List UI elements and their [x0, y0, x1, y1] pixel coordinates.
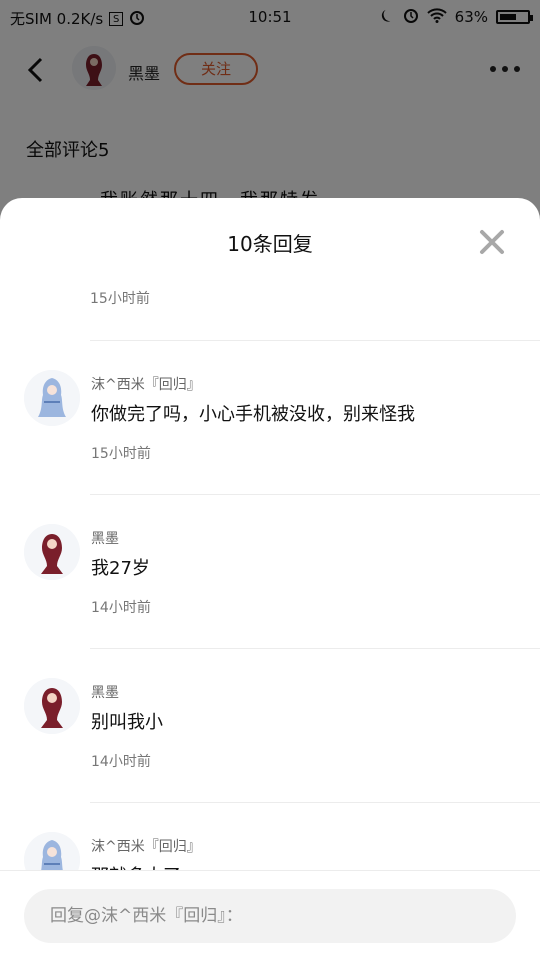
reply-author[interactable]: 黑墨: [91, 682, 119, 702]
reply-footer: [0, 870, 540, 960]
reply-input[interactable]: [24, 889, 516, 943]
divider: [90, 494, 540, 495]
reply-time: 14小时前: [91, 600, 151, 616]
divider: [90, 648, 540, 649]
reply-item[interactable]: 黑墨 我27岁 14小时前: [0, 494, 540, 648]
reply-time: 15小时前: [91, 446, 151, 462]
replies-list[interactable]: 15小时前 沫^西米『回归』 你做完了吗，小心手机被没收，别来怪我 15小时前 …: [0, 268, 540, 870]
sheet-title: 10条回复: [227, 232, 313, 256]
replies-sheet: 10条回复 15小时前 沫^西米『回归』 你做完了吗，小心手机被没收，别来怪我 …: [0, 198, 540, 960]
divider: [90, 340, 540, 341]
anime-avatar-blue-icon: [24, 370, 80, 426]
close-icon: [480, 230, 504, 254]
anime-avatar-red-icon: [24, 524, 80, 580]
avatar[interactable]: [24, 832, 80, 870]
avatar[interactable]: [24, 678, 80, 734]
anime-avatar-blue-icon: [24, 832, 80, 870]
avatar[interactable]: [24, 370, 80, 426]
reply-item[interactable]: 沫^西米『回归』 你做完了吗，小心手机被没收，别来怪我 15小时前: [0, 340, 540, 494]
reply-author[interactable]: 沫^西米『回归』: [91, 374, 201, 394]
reply-text: 我27岁: [91, 558, 150, 579]
reply-time: 14小时前: [91, 754, 151, 770]
anime-avatar-red-icon: [24, 678, 80, 734]
reply-text: 那就多大了: [91, 862, 181, 870]
reply-item[interactable]: 黑墨 别叫我小 14小时前: [0, 648, 540, 802]
reply-text: 别叫我小: [91, 712, 163, 733]
reply-item[interactable]: 沫^西米『回归』 那就多大了: [0, 802, 540, 870]
reply-text: 你做完了吗，小心手机被没收，别来怪我: [91, 404, 415, 425]
avatar[interactable]: [24, 524, 80, 580]
reply-author[interactable]: 沫^西米『回归』: [91, 836, 201, 856]
divider: [90, 802, 540, 803]
close-button[interactable]: [478, 228, 506, 256]
reply-time: 15小时前: [90, 291, 150, 307]
reply-author[interactable]: 黑墨: [91, 528, 119, 548]
